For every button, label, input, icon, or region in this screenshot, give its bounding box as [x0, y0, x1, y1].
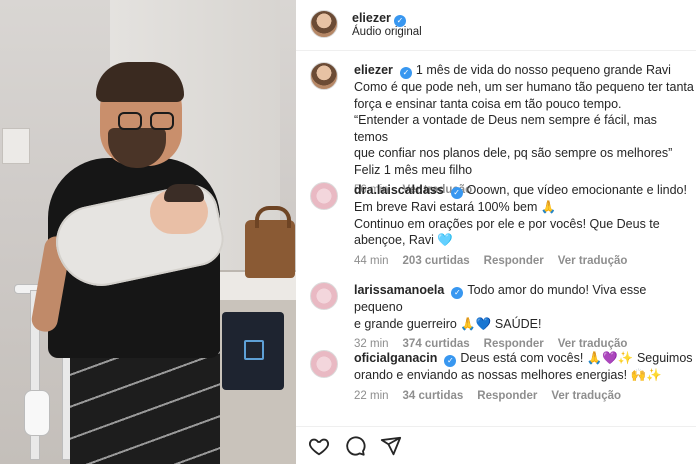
post-username[interactable]: eliezer [352, 11, 391, 25]
translate-link[interactable]: Ver tradução [551, 390, 621, 402]
glasses [118, 112, 180, 132]
comment-line: Continuo em orações por ele e por vocês!… [354, 216, 660, 231]
comment-username[interactable]: larissamanoela [354, 283, 444, 297]
avatar[interactable] [310, 282, 338, 310]
baby [150, 184, 208, 234]
audio-label[interactable]: Áudio original [352, 26, 422, 38]
heart-icon[interactable] [308, 435, 330, 457]
comment-line: abençoe, Ravi 🩵 [354, 233, 453, 247]
reply-button[interactable]: Responder [477, 390, 537, 402]
reply-button[interactable]: Responder [484, 338, 544, 350]
caption-line: “Entender a vontade de Deus nem sempre é… [354, 113, 657, 144]
avatar[interactable] [310, 350, 338, 378]
caption-line: Como é que pode neh, um ser humano tão p… [354, 80, 694, 94]
timestamp: 32 min [354, 338, 389, 350]
timestamp: 44 min [354, 254, 389, 267]
avatar[interactable] [310, 182, 338, 210]
instagram-panel: eliezer ✓ Áudio original eliezer ✓ 1 mês de… [296, 0, 696, 464]
comment-line: Deus está com vocês! 🙏💜✨ Seguimos [460, 351, 693, 365]
comment-line: orando e enviando as nossas melhores ene… [354, 368, 662, 382]
likes-count[interactable]: 374 curtidas [403, 338, 470, 350]
verified-icon: ✓ [444, 355, 457, 367]
translate-link[interactable]: Ver tradução [558, 255, 628, 267]
comment-username[interactable]: dra.laiscaldass [354, 183, 444, 197]
caption-username[interactable]: eliezer [354, 63, 393, 77]
wall-switch [2, 128, 30, 164]
likes-count[interactable]: 203 curtidas [403, 255, 470, 267]
caption-line: 1 mês de vida do nosso pequeno grande Ra… [415, 63, 671, 77]
timestamp: 22 min [354, 389, 389, 402]
comment-username[interactable]: oficialganacin [354, 351, 437, 365]
comment-line: Ooown, que vídeo emocionante e lindo! [466, 183, 687, 197]
verified-icon: ✓ [451, 287, 464, 299]
caption-line: Feliz 1 mês meu filho [354, 162, 473, 177]
reply-button[interactable]: Responder [484, 255, 544, 267]
send-icon[interactable] [380, 435, 402, 457]
caption-line: que confiar nos planos dele, pq são semp… [354, 146, 673, 160]
video-frame[interactable] [0, 0, 296, 464]
translate-link[interactable]: Ver tradução [558, 338, 628, 350]
likes-count[interactable]: 34 curtidas [403, 390, 464, 402]
man-hair [96, 62, 184, 102]
verified-icon: ✓ [399, 67, 412, 79]
avatar[interactable] [310, 62, 338, 90]
handbag [245, 206, 295, 278]
baby-monitor [222, 312, 284, 390]
avatar[interactable] [310, 10, 338, 38]
verified-icon: ✓ [450, 187, 463, 199]
post-header: eliezer ✓ Áudio original [296, 0, 696, 48]
action-bar [296, 426, 696, 464]
caption-line: força e ensinar tanta coisa em tão pouco… [354, 96, 622, 111]
comment-line: e grande guerreiro 🙏💙 SAÚDE! [354, 316, 542, 331]
comment-icon[interactable] [344, 435, 366, 457]
comment-line: Em breve Ravi estará 100% bem 🙏 [354, 200, 557, 214]
divider [296, 50, 696, 51]
